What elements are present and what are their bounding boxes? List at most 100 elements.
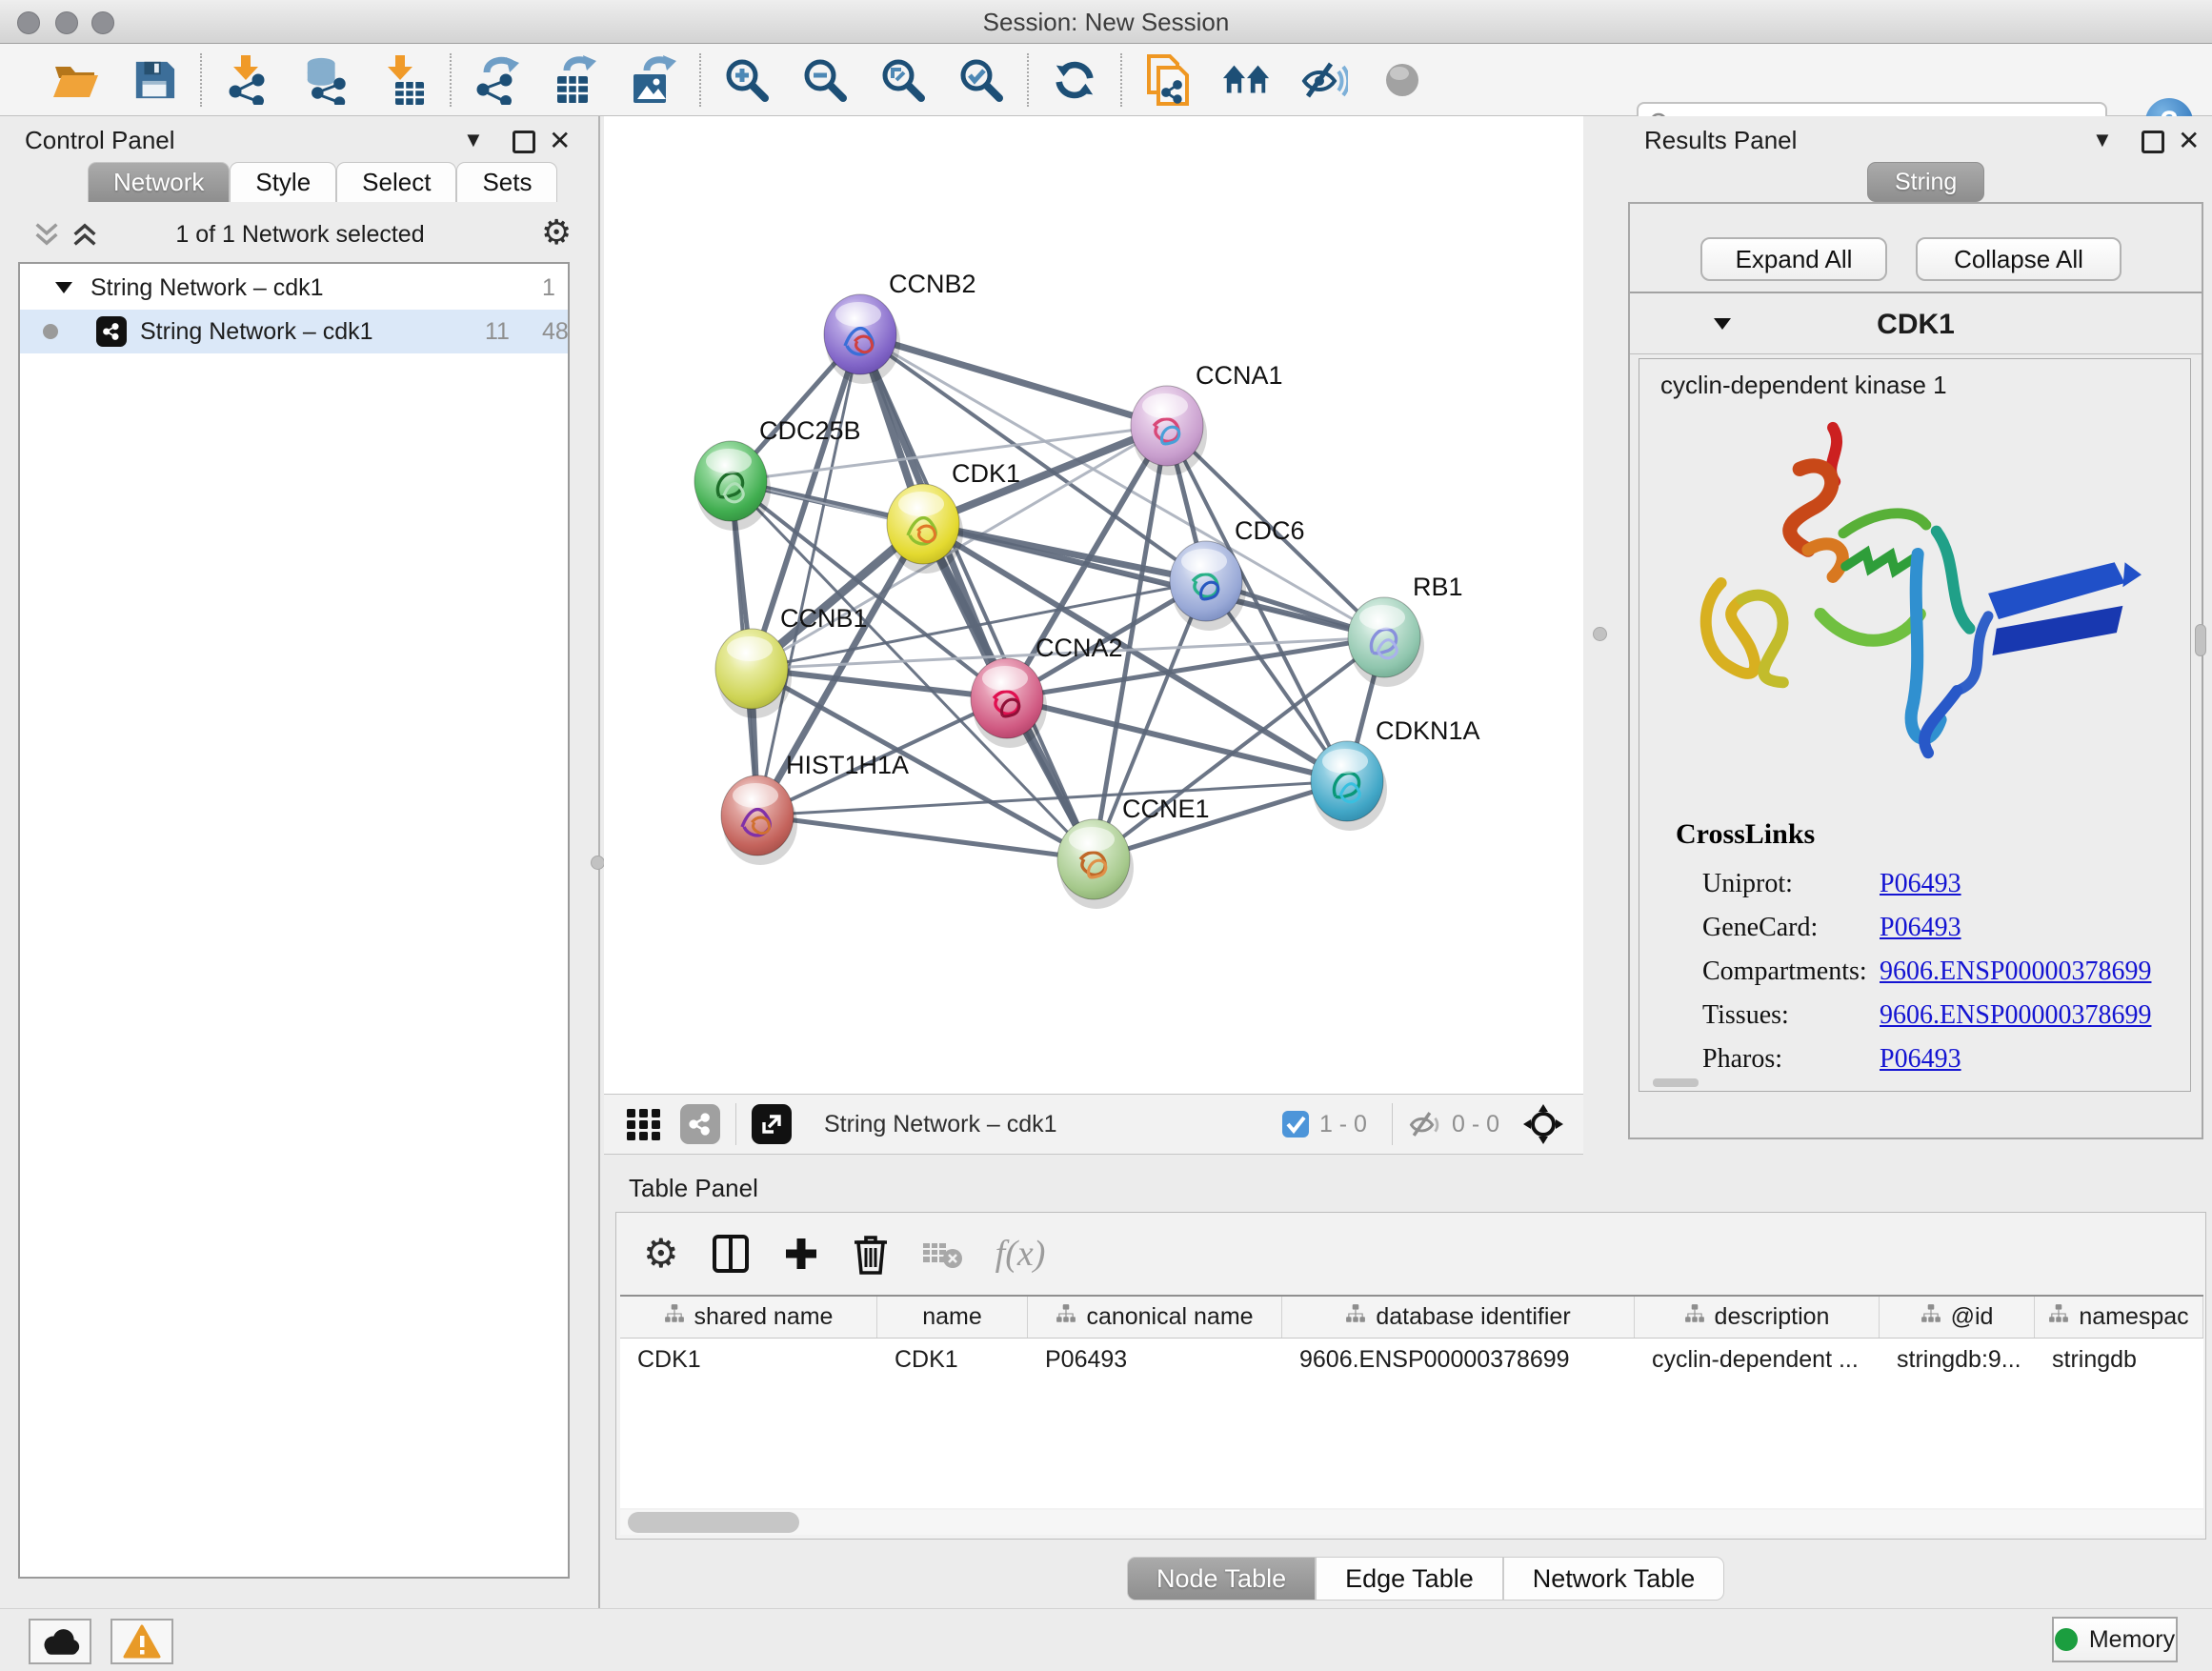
- edge-CCNB2-CCNA1[interactable]: [860, 334, 1167, 426]
- edge-CCNB2-CCNE1[interactable]: [860, 334, 1094, 859]
- tab-select[interactable]: Select: [336, 162, 456, 202]
- edge-CDK1-RB1[interactable]: [923, 524, 1384, 637]
- tab-network[interactable]: Network: [88, 162, 230, 202]
- crosslink-link[interactable]: P06493: [1880, 1044, 1961, 1075]
- tab-style[interactable]: Style: [230, 162, 336, 202]
- network-canvas[interactable]: CCNB2CCNA1CDC25BCDK1CDC6RB1CCNB1CCNA2CDK…: [604, 116, 1583, 1094]
- expand-all-button[interactable]: Expand All: [1700, 237, 1887, 281]
- crosslink-link[interactable]: P06493: [1880, 913, 1961, 943]
- open-in-new-window-icon[interactable]: [752, 1104, 792, 1144]
- zoom-fit-button[interactable]: [878, 54, 928, 106]
- network-share-icon[interactable]: [680, 1104, 720, 1144]
- table-cell[interactable]: CDK1: [620, 1339, 877, 1380]
- tab-network-table[interactable]: Network Table: [1503, 1557, 1725, 1601]
- results-tab-string[interactable]: String: [1867, 162, 1984, 202]
- table-hscrollbar-thumb[interactable]: [628, 1512, 799, 1533]
- import-network-from-database-button[interactable]: [301, 54, 351, 106]
- column-header--id[interactable]: @id: [1880, 1297, 2035, 1338]
- edge-CCNB2-RB1[interactable]: [860, 334, 1384, 637]
- table-cell[interactable]: P06493: [1028, 1339, 1282, 1380]
- edge-HIST1H1A-CCNE1[interactable]: [757, 815, 1094, 859]
- cloud-status-button[interactable]: [29, 1619, 91, 1664]
- import-table-button[interactable]: [379, 54, 429, 106]
- network-options-gear-icon[interactable]: ⚙: [541, 215, 572, 250]
- show-columns-icon[interactable]: [712, 1234, 750, 1274]
- zoom-out-button[interactable]: [800, 54, 850, 106]
- add-column-icon[interactable]: [782, 1235, 820, 1273]
- column-hierarchy-icon: [1684, 1303, 1705, 1331]
- main-toolbar: ?: [0, 44, 2212, 116]
- table-cell[interactable]: stringdb:9...: [1880, 1339, 2035, 1380]
- node-CDC25B[interactable]: CDC25B: [694, 416, 861, 531]
- import-network-button[interactable]: [223, 54, 272, 106]
- table-cell[interactable]: cyclin-dependent ...: [1635, 1339, 1880, 1380]
- crosslink-link[interactable]: 9606.ENSP00000378699: [1880, 1000, 2151, 1031]
- column-hierarchy-icon: [1345, 1303, 1366, 1331]
- apply-layout-button[interactable]: [1050, 54, 1099, 106]
- birds-eye-grid-icon[interactable]: [625, 1105, 663, 1143]
- network-collection-row[interactable]: String Network – cdk1 1: [20, 266, 568, 310]
- warning-status-button[interactable]: [111, 1619, 173, 1664]
- column-header-name[interactable]: name: [877, 1297, 1028, 1338]
- column-header-label: canonical name: [1086, 1303, 1253, 1331]
- table-cell[interactable]: stringdb: [2035, 1339, 2203, 1380]
- crosslink-link[interactable]: 9606.ENSP00000378699: [1880, 956, 2151, 987]
- column-header-label: database identifier: [1376, 1303, 1570, 1331]
- column-hierarchy-icon: [2048, 1303, 2069, 1331]
- results-panel-menu-icon[interactable]: ▼: [2092, 128, 2113, 152]
- tab-node-table[interactable]: Node Table: [1127, 1557, 1316, 1601]
- selected-checkbox-icon[interactable]: [1281, 1110, 1310, 1138]
- node-CCNA1[interactable]: CCNA1: [1131, 361, 1283, 475]
- delete-column-trash-icon[interactable]: [853, 1233, 889, 1275]
- column-header-database-identifier[interactable]: database identifier: [1282, 1297, 1635, 1338]
- network-row[interactable]: String Network – cdk1 11 48: [20, 310, 568, 353]
- hide-selected-button[interactable]: [1299, 54, 1349, 106]
- save-session-button[interactable]: [130, 54, 179, 106]
- toolbar-separator: [1120, 53, 1122, 107]
- crosslink-label: Tissues:: [1702, 1000, 1880, 1031]
- open-session-button[interactable]: [51, 54, 101, 106]
- edge-CCNB2-HIST1H1A[interactable]: [757, 334, 860, 815]
- show-all-button[interactable]: [1377, 54, 1427, 106]
- entry-header[interactable]: CDK1: [1630, 295, 2202, 354]
- export-table-button[interactable]: [551, 54, 600, 106]
- zoom-in-button[interactable]: [722, 54, 772, 106]
- node-RB1[interactable]: RB1: [1348, 573, 1463, 687]
- export-network-button[interactable]: [473, 54, 522, 106]
- table-cell[interactable]: CDK1: [877, 1339, 1028, 1380]
- memory-button[interactable]: Memory: [2052, 1617, 2178, 1662]
- function-builder-icon-disabled: f(x): [995, 1233, 1046, 1275]
- table-cell[interactable]: 9606.ENSP00000378699: [1282, 1339, 1635, 1380]
- column-header-shared-name[interactable]: shared name: [620, 1297, 877, 1338]
- zoom-selected-button[interactable]: [956, 54, 1006, 106]
- node-CCNE1[interactable]: CCNE1: [1057, 795, 1210, 909]
- first-neighbors-button[interactable]: [1221, 54, 1271, 106]
- right-splitter-handle[interactable]: [1593, 627, 1607, 641]
- column-header-canonical-name[interactable]: canonical name: [1028, 1297, 1282, 1338]
- crosslink-link[interactable]: P06493: [1880, 869, 1961, 899]
- table-options-gear-icon[interactable]: ⚙: [643, 1234, 679, 1274]
- entry-hscrollbar-thumb[interactable]: [1653, 1078, 1699, 1087]
- tab-edge-table[interactable]: Edge Table: [1316, 1557, 1503, 1601]
- memory-status-dot-icon: [2055, 1628, 2078, 1651]
- tab-sets[interactable]: Sets: [456, 162, 557, 202]
- node-CDKN1A[interactable]: CDKN1A: [1311, 716, 1480, 831]
- results-panel-close-icon[interactable]: ✕: [2178, 125, 2200, 156]
- export-image-button[interactable]: [629, 54, 678, 106]
- table-hscrollbar[interactable]: [620, 1510, 2203, 1535]
- string-protein-query-button[interactable]: [1143, 54, 1193, 106]
- node-CCNB2[interactable]: CCNB2: [824, 270, 976, 384]
- collection-caret-icon[interactable]: [54, 280, 73, 295]
- toolbar-separator: [1027, 53, 1029, 107]
- fit-content-crosshair-icon[interactable]: [1522, 1103, 1564, 1145]
- results-scrollbar-thumb[interactable]: [2195, 624, 2206, 656]
- control-panel-close-icon[interactable]: ✕: [549, 125, 571, 156]
- table-row[interactable]: CDK1CDK1P064939606.ENSP00000378699cyclin…: [620, 1339, 2203, 1380]
- results-panel-float-icon[interactable]: [2142, 131, 2164, 153]
- left-splitter-handle[interactable]: [591, 856, 605, 870]
- control-panel-float-icon[interactable]: [513, 131, 535, 153]
- collapse-all-button[interactable]: Collapse All: [1916, 237, 2122, 281]
- column-header-namespac[interactable]: namespac: [2035, 1297, 2203, 1338]
- column-header-description[interactable]: description: [1635, 1297, 1880, 1338]
- control-panel-menu-icon[interactable]: ▼: [463, 128, 484, 152]
